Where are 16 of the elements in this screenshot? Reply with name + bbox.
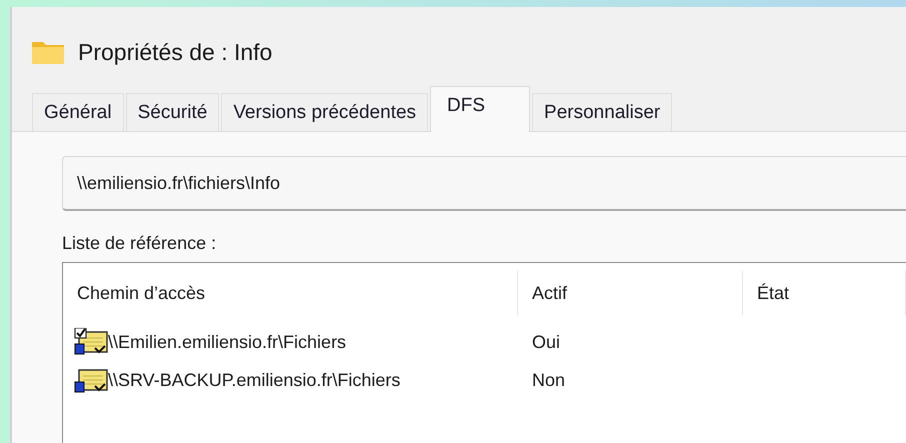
tab[interactable]: DFS (430, 86, 530, 132)
table-cell[interactable]: \\Emilien.emiliensio.fr\Fichiers (108, 332, 346, 352)
column-header[interactable]: État (743, 271, 906, 315)
list-label: Liste de référence : (62, 233, 216, 254)
column-header[interactable]: Chemin d’accès (63, 271, 518, 315)
tab[interactable]: Sécurité (126, 93, 220, 131)
table-cell-text: Oui (531, 332, 562, 352)
table-cell[interactable]: \\SRV-BACKUP.emiliensio.fr\Fichiers (108, 370, 400, 390)
tab[interactable]: Personnaliser (532, 93, 672, 131)
column-header[interactable]: Actif (518, 271, 743, 315)
folder-icon (32, 40, 64, 64)
path-field[interactable]: \\emiliensio.fr\fichiers\Info (62, 156, 906, 211)
table-cell-text: Non (531, 370, 566, 390)
tab[interactable]: Versions précédentes (221, 93, 428, 131)
tab[interactable]: Général (32, 93, 124, 131)
window-title: Propriétés de : Info (78, 38, 272, 66)
